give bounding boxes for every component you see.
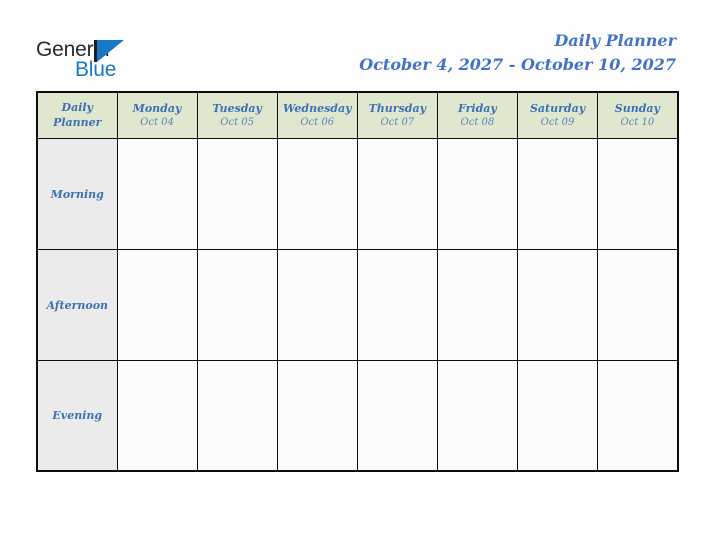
- day-header-tuesday: Tuesday Oct 05: [196, 91, 278, 139]
- planner-row-evening: Evening: [36, 359, 679, 472]
- planner-cell-morning-monday[interactable]: [116, 137, 198, 250]
- planner-cell-afternoon-thursday[interactable]: [356, 248, 438, 361]
- planner-cell-afternoon-saturday[interactable]: [516, 248, 599, 361]
- planner-table-head: Daily Planner Monday Oct 04 Tuesday Oct …: [36, 91, 679, 139]
- time-slot-label-text: Morning: [50, 187, 104, 201]
- day-header-saturday: Saturday Oct 09: [516, 91, 599, 139]
- day-name: Saturday: [529, 101, 586, 115]
- planner-cell-afternoon-sunday[interactable]: [597, 248, 679, 361]
- day-date: Oct 04: [140, 116, 174, 128]
- page-header: General Blue Daily Planner October 4, 20…: [0, 0, 712, 91]
- day-date: Oct 09: [540, 116, 575, 128]
- day-name: Tuesday: [212, 101, 262, 115]
- brand-name-blue: Blue: [75, 58, 117, 81]
- day-name: Sunday: [614, 101, 660, 115]
- planner-cell-afternoon-tuesday[interactable]: [196, 248, 278, 361]
- day-date: Oct 10: [620, 116, 655, 128]
- planner-cell-evening-monday[interactable]: [116, 359, 198, 472]
- day-header-monday: Monday Oct 04: [116, 91, 198, 139]
- time-slot-label-text: Evening: [52, 409, 103, 423]
- day-date: Oct 07: [380, 116, 415, 128]
- planner-cell-evening-wednesday[interactable]: [276, 359, 358, 472]
- day-name: Wednesday: [282, 101, 352, 115]
- planner-corner-header: Daily Planner: [36, 91, 118, 139]
- planner-cell-afternoon-wednesday[interactable]: [276, 248, 358, 361]
- day-name: Friday: [458, 101, 497, 115]
- planner-cell-afternoon-monday[interactable]: [116, 248, 198, 361]
- day-header-thursday: Thursday Oct 07: [356, 91, 438, 139]
- planner-cell-evening-sunday[interactable]: [597, 359, 679, 472]
- day-date: Oct 06: [300, 116, 335, 128]
- planner-table-wrapper: Daily Planner Monday Oct 04 Tuesday Oct …: [36, 91, 679, 472]
- day-date: Oct 05: [220, 116, 254, 128]
- planner-cell-morning-sunday[interactable]: [597, 137, 679, 250]
- time-slot-label-morning: Morning: [36, 137, 118, 250]
- day-header-friday: Friday Oct 08: [436, 91, 518, 139]
- planner-cell-evening-saturday[interactable]: [516, 359, 599, 472]
- planner-cell-evening-thursday[interactable]: [356, 359, 438, 472]
- planner-table: Daily Planner Monday Oct 04 Tuesday Oct …: [36, 91, 679, 472]
- time-slot-label-text: Afternoon: [46, 298, 109, 312]
- planner-cell-morning-saturday[interactable]: [516, 137, 599, 250]
- planner-cell-evening-friday[interactable]: [436, 359, 518, 472]
- day-name: Thursday: [368, 101, 427, 115]
- corner-label-line2: Planner: [53, 116, 102, 130]
- planner-row-afternoon: Afternoon: [36, 248, 679, 361]
- corner-label-line1: Daily: [61, 101, 93, 115]
- day-date: Oct 08: [460, 116, 495, 128]
- day-name: Monday: [132, 101, 182, 115]
- page-title: Daily Planner: [554, 31, 676, 50]
- planner-cell-morning-tuesday[interactable]: [196, 137, 278, 250]
- time-slot-label-afternoon: Afternoon: [36, 248, 118, 361]
- planner-cell-evening-tuesday[interactable]: [196, 359, 278, 472]
- brand-logo: General Blue: [36, 38, 206, 82]
- date-range-subtitle: October 4, 2027 - October 10, 2027: [359, 55, 676, 74]
- planner-header-row: Daily Planner Monday Oct 04 Tuesday Oct …: [36, 91, 679, 139]
- planner-cell-afternoon-friday[interactable]: [436, 248, 518, 361]
- day-header-sunday: Sunday Oct 10: [597, 91, 679, 139]
- time-slot-label-evening: Evening: [36, 359, 118, 472]
- planner-table-body: Morning Afternoon Evening: [36, 137, 679, 472]
- day-header-wednesday: Wednesday Oct 06: [276, 91, 358, 139]
- planner-cell-morning-friday[interactable]: [436, 137, 518, 250]
- planner-cell-morning-wednesday[interactable]: [276, 137, 358, 250]
- title-block: Daily Planner October 4, 2027 - October …: [359, 31, 676, 75]
- planner-row-morning: Morning: [36, 137, 679, 250]
- planner-cell-morning-thursday[interactable]: [356, 137, 438, 250]
